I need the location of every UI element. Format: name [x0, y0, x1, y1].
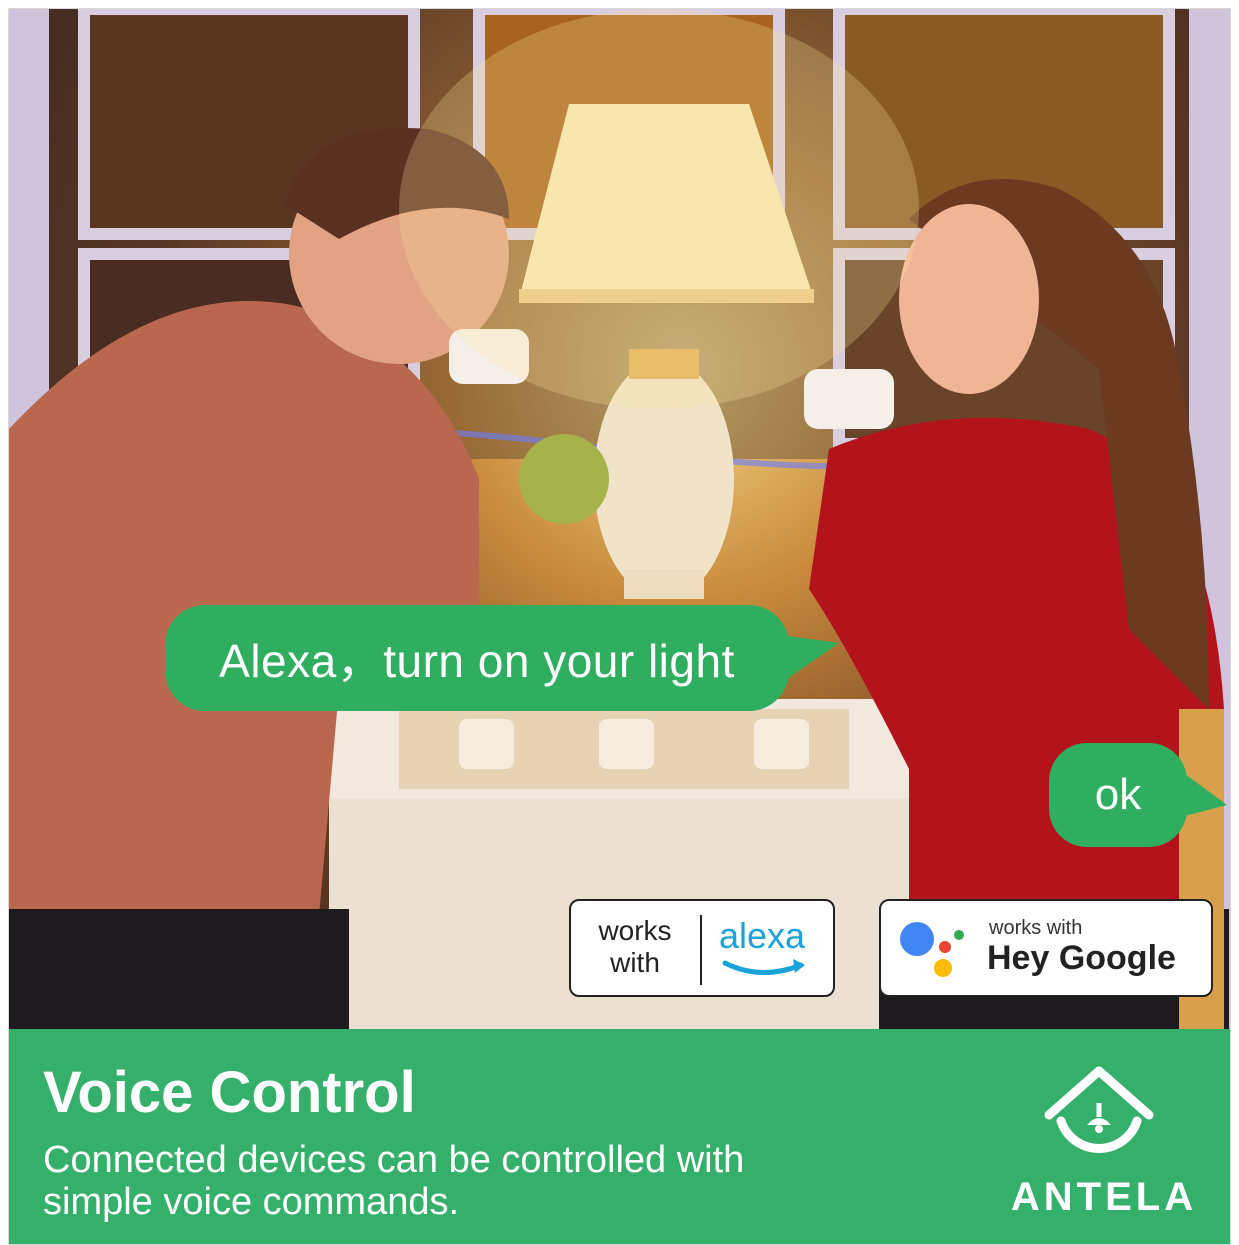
- alexa-speech-bubble: Alexa，turn on your light: [165, 605, 789, 711]
- hey-google-wordmark: Hey Google: [987, 939, 1176, 977]
- alexa-bubble-tail: [781, 635, 839, 683]
- alexa-wordmark: alexa: [719, 915, 806, 956]
- scene-photo: Alexa，turn on your light ok works with a…: [9, 9, 1230, 1029]
- product-image: Alexa，turn on your light ok works with a…: [8, 8, 1231, 1245]
- alexa-smile-icon: [722, 959, 805, 976]
- badge-divider: [700, 915, 702, 985]
- google-assistant-icon: [900, 922, 964, 977]
- works-with-alexa-badge: works with alexa: [569, 899, 835, 997]
- alexa-speech-text: Alexa，turn on your light: [219, 635, 735, 687]
- works-with-google-badge: works with Hey Google: [879, 899, 1213, 997]
- antela-brand-text: ANTELA: [1010, 1175, 1198, 1219]
- alexa-works-with-label: works with: [598, 915, 672, 978]
- banner-description: Connected devices can be controlled with…: [43, 1139, 745, 1223]
- banner-title: Voice Control: [43, 1060, 416, 1125]
- ok-speech-text: ok: [1094, 770, 1142, 819]
- antela-house-logo-icon: [1044, 1066, 1154, 1154]
- info-banner: Voice Control Connected devices can be c…: [9, 1029, 1230, 1244]
- ok-speech-bubble: ok: [1049, 743, 1187, 847]
- google-works-with-label: works with: [989, 917, 1083, 939]
- scene-illustration: [9, 9, 1230, 1029]
- ok-bubble-tail: [1181, 771, 1227, 817]
